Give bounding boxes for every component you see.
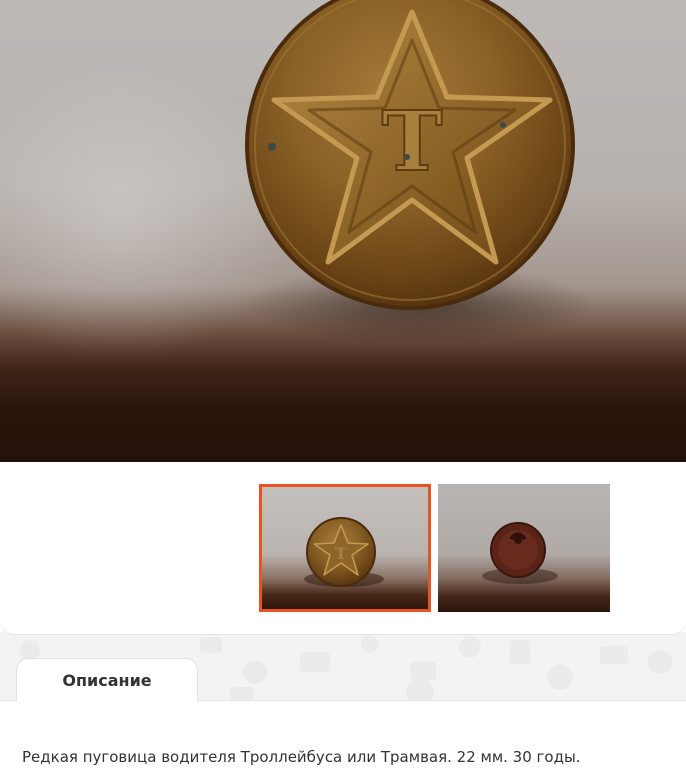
thumbnail-button-back[interactable]	[438, 484, 610, 612]
tab-content: Редкая пуговица водителя Троллейбуса или…	[0, 701, 686, 773]
button-photo-graphic: Т	[245, 0, 595, 345]
thumbnail-strip: Т	[0, 462, 686, 632]
tabs-bar: Описание	[0, 632, 686, 702]
thumbnail-emblem-letter: Т	[335, 544, 347, 563]
main-photo[interactable]: Т	[0, 0, 686, 462]
thumbnail-button-front[interactable]: Т	[259, 484, 431, 612]
emblem-letter: Т	[381, 94, 442, 190]
thumbnail-button-front-graphic: Т	[304, 517, 384, 587]
tab-description[interactable]: Описание	[16, 658, 198, 702]
gallery-card-edge	[0, 620, 686, 634]
listing-page: Т Т Описание Редкая пуговица водителя Тр…	[0, 0, 686, 773]
thumbnail-button-back-graphic	[482, 522, 558, 584]
description-text: Редкая пуговица водителя Троллейбуса или…	[22, 748, 581, 766]
